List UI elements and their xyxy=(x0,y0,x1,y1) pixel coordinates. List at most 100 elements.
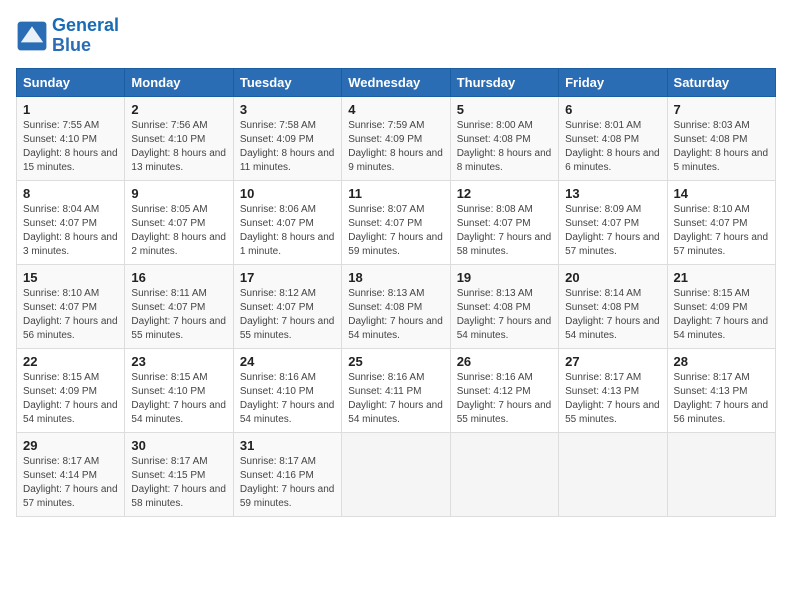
calendar-week-4: 22 Sunrise: 8:15 AM Sunset: 4:09 PM Dayli… xyxy=(17,348,776,432)
day-number: 31 xyxy=(240,438,335,453)
day-number: 6 xyxy=(565,102,660,117)
weekday-header-sunday: Sunday xyxy=(17,68,125,96)
calendar-cell: 25 Sunrise: 8:16 AM Sunset: 4:11 PM Dayli… xyxy=(342,348,450,432)
calendar-cell: 5Sunrise: 8:00 AM Sunset: 4:08 PM Daylig… xyxy=(450,96,558,180)
day-number: 4 xyxy=(348,102,443,117)
calendar-week-3: 15 Sunrise: 8:10 AM Sunset: 4:07 PM Dayli… xyxy=(17,264,776,348)
day-number: 21 xyxy=(674,270,769,285)
calendar-cell: 20 Sunrise: 8:14 AM Sunset: 4:08 PM Dayli… xyxy=(559,264,667,348)
calendar-cell xyxy=(559,432,667,516)
day-info: Sunrise: 7:59 AM Sunset: 4:09 PM Dayligh… xyxy=(348,119,443,175)
calendar-cell: 29 Sunrise: 8:17 AM Sunset: 4:14 PM Dayli… xyxy=(17,432,125,516)
calendar-cell: 2Sunrise: 7:56 AM Sunset: 4:10 PM Daylig… xyxy=(125,96,233,180)
day-number: 25 xyxy=(348,354,443,369)
day-number: 22 xyxy=(23,354,118,369)
day-info: Sunrise: 8:17 AM Sunset: 4:14 PM Dayligh… xyxy=(23,455,118,511)
day-number: 20 xyxy=(565,270,660,285)
day-number: 7 xyxy=(674,102,769,117)
calendar-week-5: 29 Sunrise: 8:17 AM Sunset: 4:14 PM Dayli… xyxy=(17,432,776,516)
day-info: Sunrise: 8:11 AM Sunset: 4:07 PM Dayligh… xyxy=(131,287,226,343)
day-info: Sunrise: 8:17 AM Sunset: 4:13 PM Dayligh… xyxy=(674,371,769,427)
calendar-cell xyxy=(450,432,558,516)
day-info: Sunrise: 8:03 AM Sunset: 4:08 PM Dayligh… xyxy=(674,119,769,175)
calendar-cell: 17Sunrise: 8:12 AM Sunset: 4:07 PM Dayli… xyxy=(233,264,341,348)
calendar-cell: 24Sunrise: 8:16 AM Sunset: 4:10 PM Dayli… xyxy=(233,348,341,432)
calendar-week-2: 8 Sunrise: 8:04 AM Sunset: 4:07 PM Daylig… xyxy=(17,180,776,264)
day-info: Sunrise: 8:16 AM Sunset: 4:11 PM Dayligh… xyxy=(348,371,443,427)
weekday-header-friday: Friday xyxy=(559,68,667,96)
weekday-header-thursday: Thursday xyxy=(450,68,558,96)
calendar-cell: 22 Sunrise: 8:15 AM Sunset: 4:09 PM Dayli… xyxy=(17,348,125,432)
calendar-cell: 3 Sunrise: 7:58 AM Sunset: 4:09 PM Daylig… xyxy=(233,96,341,180)
calendar-week-1: 1 Sunrise: 7:55 AM Sunset: 4:10 PM Daylig… xyxy=(17,96,776,180)
calendar-cell xyxy=(342,432,450,516)
day-number: 19 xyxy=(457,270,552,285)
day-info: Sunrise: 8:10 AM Sunset: 4:07 PM Dayligh… xyxy=(23,287,118,343)
day-info: Sunrise: 8:12 AM Sunset: 4:07 PM Dayligh… xyxy=(240,287,335,343)
day-info: Sunrise: 8:17 AM Sunset: 4:15 PM Dayligh… xyxy=(131,455,226,511)
day-number: 16 xyxy=(131,270,226,285)
day-number: 26 xyxy=(457,354,552,369)
day-number: 10 xyxy=(240,186,335,201)
calendar-cell: 15 Sunrise: 8:10 AM Sunset: 4:07 PM Dayli… xyxy=(17,264,125,348)
day-info: Sunrise: 8:06 AM Sunset: 4:07 PM Dayligh… xyxy=(240,203,335,259)
day-info: Sunrise: 8:09 AM Sunset: 4:07 PM Dayligh… xyxy=(565,203,660,259)
calendar-cell: 13Sunrise: 8:09 AM Sunset: 4:07 PM Dayli… xyxy=(559,180,667,264)
day-info: Sunrise: 8:04 AM Sunset: 4:07 PM Dayligh… xyxy=(23,203,118,259)
calendar-cell: 12 Sunrise: 8:08 AM Sunset: 4:07 PM Dayli… xyxy=(450,180,558,264)
day-number: 3 xyxy=(240,102,335,117)
day-number: 23 xyxy=(131,354,226,369)
calendar-cell: 30 Sunrise: 8:17 AM Sunset: 4:15 PM Dayli… xyxy=(125,432,233,516)
calendar-cell: 23 Sunrise: 8:15 AM Sunset: 4:10 PM Dayli… xyxy=(125,348,233,432)
calendar-cell xyxy=(667,432,775,516)
calendar-header: SundayMondayTuesdayWednesdayThursdayFrid… xyxy=(17,68,776,96)
day-number: 28 xyxy=(674,354,769,369)
day-info: Sunrise: 7:58 AM Sunset: 4:09 PM Dayligh… xyxy=(240,119,335,175)
day-number: 30 xyxy=(131,438,226,453)
calendar-cell: 21 Sunrise: 8:15 AM Sunset: 4:09 PM Dayli… xyxy=(667,264,775,348)
day-info: Sunrise: 7:55 AM Sunset: 4:10 PM Dayligh… xyxy=(23,119,118,175)
day-number: 8 xyxy=(23,186,118,201)
calendar-cell: 6 Sunrise: 8:01 AM Sunset: 4:08 PM Daylig… xyxy=(559,96,667,180)
day-number: 18 xyxy=(348,270,443,285)
calendar-cell: 1 Sunrise: 7:55 AM Sunset: 4:10 PM Daylig… xyxy=(17,96,125,180)
logo-icon xyxy=(16,20,48,52)
day-info: Sunrise: 8:17 AM Sunset: 4:16 PM Dayligh… xyxy=(240,455,335,511)
day-number: 27 xyxy=(565,354,660,369)
day-info: Sunrise: 8:15 AM Sunset: 4:09 PM Dayligh… xyxy=(674,287,769,343)
day-info: Sunrise: 8:15 AM Sunset: 4:09 PM Dayligh… xyxy=(23,371,118,427)
calendar-cell: 18Sunrise: 8:13 AM Sunset: 4:08 PM Dayli… xyxy=(342,264,450,348)
calendar-cell: 19 Sunrise: 8:13 AM Sunset: 4:08 PM Dayli… xyxy=(450,264,558,348)
calendar-cell: 7 Sunrise: 8:03 AM Sunset: 4:08 PM Daylig… xyxy=(667,96,775,180)
day-info: Sunrise: 8:16 AM Sunset: 4:10 PM Dayligh… xyxy=(240,371,335,427)
calendar-cell: 16 Sunrise: 8:11 AM Sunset: 4:07 PM Dayli… xyxy=(125,264,233,348)
calendar-cell: 10 Sunrise: 8:06 AM Sunset: 4:07 PM Dayli… xyxy=(233,180,341,264)
calendar-cell: 26 Sunrise: 8:16 AM Sunset: 4:12 PM Dayli… xyxy=(450,348,558,432)
day-number: 14 xyxy=(674,186,769,201)
weekday-header-monday: Monday xyxy=(125,68,233,96)
day-info: Sunrise: 8:13 AM Sunset: 4:08 PM Dayligh… xyxy=(457,287,552,343)
calendar-cell: 4 Sunrise: 7:59 AM Sunset: 4:09 PM Daylig… xyxy=(342,96,450,180)
day-number: 15 xyxy=(23,270,118,285)
day-number: 5 xyxy=(457,102,552,117)
day-info: Sunrise: 8:16 AM Sunset: 4:12 PM Dayligh… xyxy=(457,371,552,427)
day-info: Sunrise: 8:01 AM Sunset: 4:08 PM Dayligh… xyxy=(565,119,660,175)
calendar-cell: 9Sunrise: 8:05 AM Sunset: 4:07 PM Daylig… xyxy=(125,180,233,264)
logo: General Blue xyxy=(16,16,119,56)
weekday-header-wednesday: Wednesday xyxy=(342,68,450,96)
calendar-cell: 31 Sunrise: 8:17 AM Sunset: 4:16 PM Dayli… xyxy=(233,432,341,516)
page-header: General Blue xyxy=(16,16,776,56)
day-info: Sunrise: 8:10 AM Sunset: 4:07 PM Dayligh… xyxy=(674,203,769,259)
weekday-header-tuesday: Tuesday xyxy=(233,68,341,96)
day-number: 12 xyxy=(457,186,552,201)
calendar-cell: 28 Sunrise: 8:17 AM Sunset: 4:13 PM Dayli… xyxy=(667,348,775,432)
weekday-header-saturday: Saturday xyxy=(667,68,775,96)
day-info: Sunrise: 7:56 AM Sunset: 4:10 PM Dayligh… xyxy=(131,119,226,175)
logo-text: General Blue xyxy=(52,16,119,56)
day-info: Sunrise: 8:08 AM Sunset: 4:07 PM Dayligh… xyxy=(457,203,552,259)
day-number: 29 xyxy=(23,438,118,453)
day-number: 9 xyxy=(131,186,226,201)
day-number: 1 xyxy=(23,102,118,117)
day-info: Sunrise: 8:15 AM Sunset: 4:10 PM Dayligh… xyxy=(131,371,226,427)
day-info: Sunrise: 8:14 AM Sunset: 4:08 PM Dayligh… xyxy=(565,287,660,343)
